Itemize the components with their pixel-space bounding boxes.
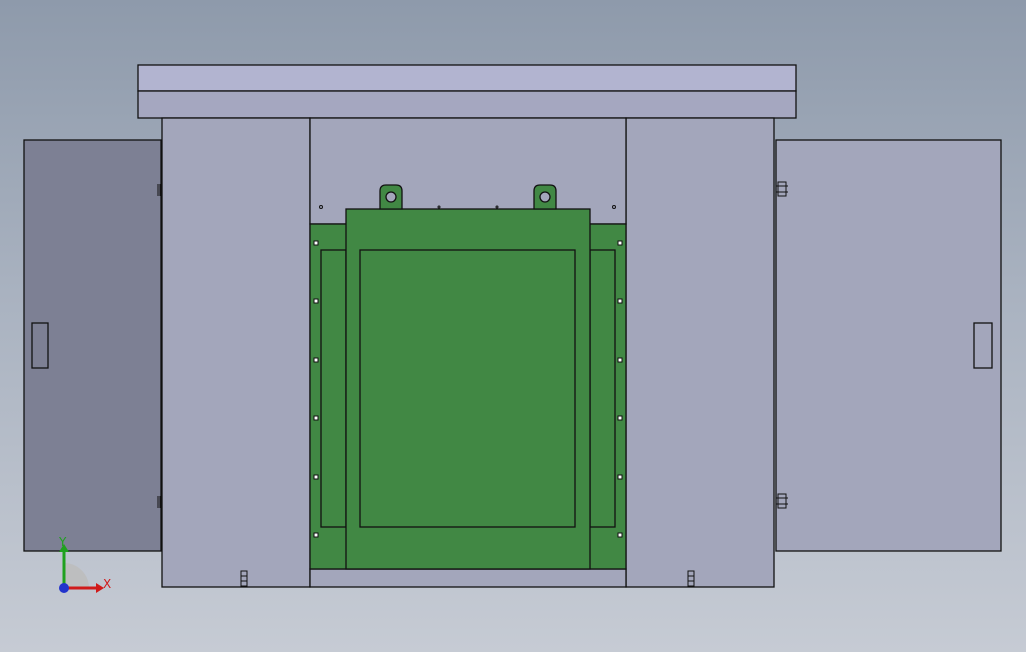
left-body-panel[interactable] bbox=[161, 117, 311, 588]
z-axis-dot bbox=[59, 583, 69, 593]
transformer-left-flange[interactable] bbox=[320, 249, 347, 528]
transformer-right-flange[interactable] bbox=[589, 249, 616, 528]
x-axis-label: X bbox=[103, 577, 111, 591]
left-vent bbox=[240, 570, 248, 587]
roof-eave[interactable] bbox=[137, 90, 797, 119]
center-upper-panel[interactable] bbox=[309, 117, 627, 225]
graphics-viewport[interactable]: X Y bbox=[0, 0, 1026, 652]
right-door-handle[interactable] bbox=[973, 322, 993, 369]
roof-top-slab[interactable] bbox=[137, 64, 797, 92]
center-bottom-plinth[interactable] bbox=[309, 568, 627, 588]
left-door-handle[interactable] bbox=[31, 322, 49, 369]
right-door[interactable] bbox=[775, 139, 1002, 552]
lifting-lug-left[interactable] bbox=[379, 184, 403, 210]
right-door-hinge-bottom bbox=[776, 493, 788, 509]
right-door-hinge-top bbox=[776, 181, 788, 197]
substation-model[interactable] bbox=[23, 64, 1002, 588]
lifting-lug-right[interactable] bbox=[533, 184, 557, 210]
right-body-panel[interactable] bbox=[625, 117, 775, 588]
y-axis-label: Y bbox=[58, 535, 67, 549]
transformer-inner-panel[interactable] bbox=[359, 249, 576, 528]
triad-rotation-arc bbox=[64, 563, 89, 588]
right-vent bbox=[687, 570, 695, 587]
